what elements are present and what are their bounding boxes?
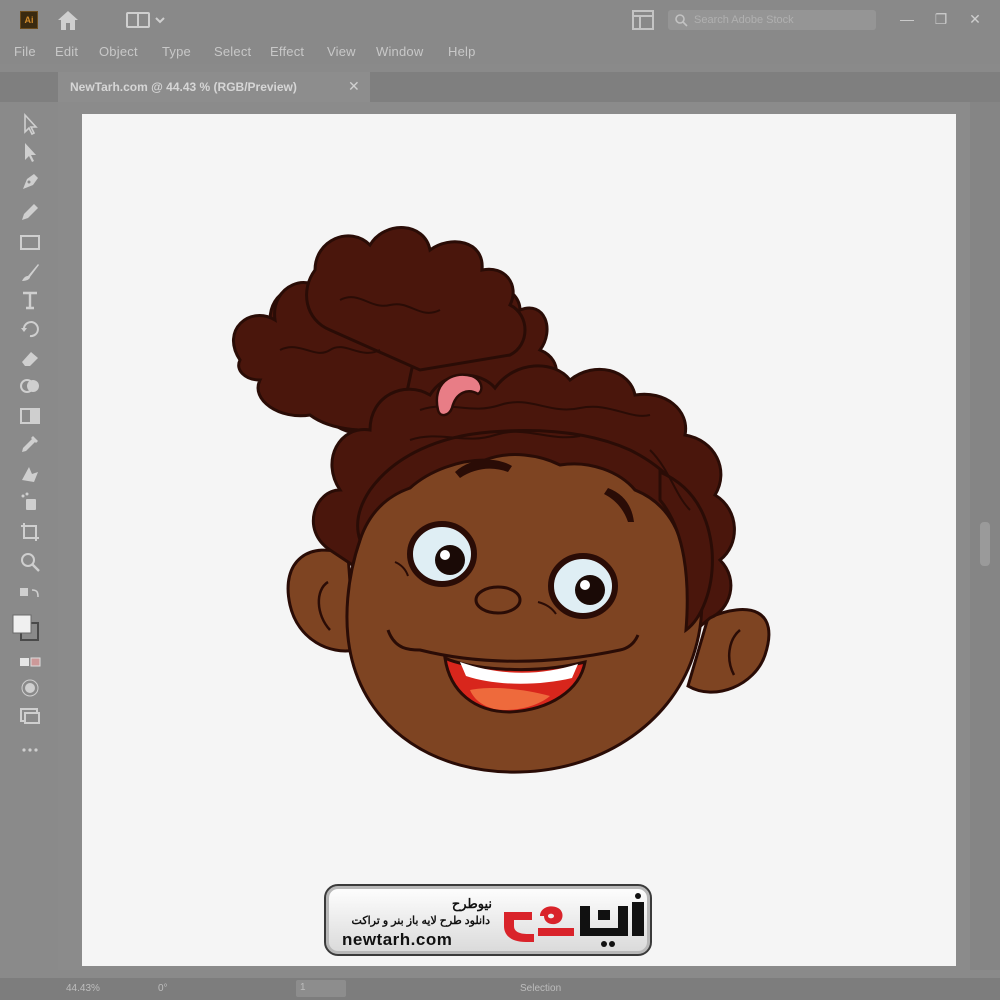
direct-selection-tool-icon[interactable]	[18, 140, 42, 164]
paintbrush-tool-icon[interactable]	[18, 260, 42, 284]
zoom-level[interactable]: 44.43%	[66, 983, 100, 994]
document-tab[interactable]: NewTarh.com @ 44.43 % (RGB/Preview) ✕	[58, 72, 370, 102]
document-tab-bar: NewTarh.com @ 44.43 % (RGB/Preview) ✕	[0, 72, 1000, 102]
blend-tool-icon[interactable]	[18, 462, 42, 486]
newtarh-watermark: نیوطرح دانلود طرح لایه باز بنر و تراکت n…	[324, 884, 652, 956]
arrange-documents-icon[interactable]	[632, 10, 654, 30]
menu-bar: File Edit Object Type Select Effect View…	[0, 40, 1000, 64]
menu-type[interactable]: Type	[162, 44, 191, 59]
zoom-tool-icon[interactable]	[18, 550, 42, 574]
nose	[474, 585, 522, 615]
pen-tool-icon[interactable]	[18, 170, 42, 194]
symbol-sprayer-tool-icon[interactable]	[18, 490, 42, 514]
left-ear	[286, 548, 357, 653]
cartoon-girl-illustration[interactable]	[220, 210, 790, 790]
search-input[interactable]	[694, 12, 870, 28]
menu-file[interactable]: File	[14, 44, 36, 59]
pencil-tool-icon[interactable]	[18, 200, 42, 224]
tool-mode: Selection	[520, 983, 562, 994]
app-logo: Ai	[20, 11, 38, 29]
menu-effect[interactable]: Effect	[270, 44, 304, 59]
menu-select[interactable]: Select	[214, 44, 251, 59]
newtarh-logo	[504, 893, 644, 947]
gradient-tool-icon[interactable]	[18, 404, 42, 428]
more-tools-icon[interactable]	[18, 738, 42, 762]
close-tab-icon[interactable]: ✕	[348, 78, 360, 95]
maximize-button[interactable]: ❐	[930, 8, 952, 30]
fill-stroke-swatches-icon[interactable]	[12, 614, 40, 642]
menu-window[interactable]: Window	[376, 44, 423, 59]
eraser-tool-icon[interactable]	[18, 346, 42, 370]
home-icon[interactable]	[56, 9, 80, 31]
workspace-switcher-icon[interactable]	[126, 12, 166, 28]
eyedropper-tool-icon[interactable]	[18, 432, 42, 456]
close-window-button[interactable]: ✕	[964, 8, 986, 30]
tools-panel	[0, 102, 58, 970]
menu-object[interactable]: Object	[99, 44, 138, 59]
search-icon	[675, 14, 688, 27]
selection-tool-icon[interactable]	[18, 112, 42, 136]
scrollbar-thumb[interactable]	[980, 522, 990, 566]
title-bar: Ai — ❐ ✕	[0, 0, 1000, 40]
color-mode-icon[interactable]	[18, 650, 42, 674]
shape-builder-tool-icon[interactable]	[18, 374, 42, 398]
rotation-angle[interactable]: 0°	[158, 983, 168, 994]
type-tool-icon[interactable]	[18, 288, 42, 312]
draw-mode-icon[interactable]	[18, 676, 42, 700]
menu-view[interactable]: View	[327, 44, 356, 59]
fill-stroke-swap-icon[interactable]	[18, 586, 42, 610]
search-stock-field[interactable]	[668, 10, 876, 30]
status-bar: 44.43% 0° 1 Selection	[0, 978, 1000, 1000]
minimize-button[interactable]: —	[896, 8, 918, 30]
rotate-tool-icon[interactable]	[18, 316, 42, 340]
menu-help[interactable]: Help	[448, 44, 476, 59]
screen-mode-icon[interactable]	[18, 704, 42, 728]
artboard-number[interactable]: 1	[296, 980, 346, 997]
watermark-title: نیوطرح	[451, 896, 492, 911]
rectangle-tool-icon[interactable]	[18, 230, 42, 254]
watermark-url: newtarh.com	[342, 930, 453, 949]
artboard-tool-icon[interactable]	[18, 520, 42, 544]
watermark-subtitle: دانلود طرح لایه باز بنر و تراکت	[351, 915, 490, 927]
vertical-scrollbar[interactable]	[970, 102, 1000, 970]
document-tab-title: NewTarh.com @ 44.43 % (RGB/Preview)	[70, 80, 297, 94]
menu-edit[interactable]: Edit	[55, 44, 78, 59]
